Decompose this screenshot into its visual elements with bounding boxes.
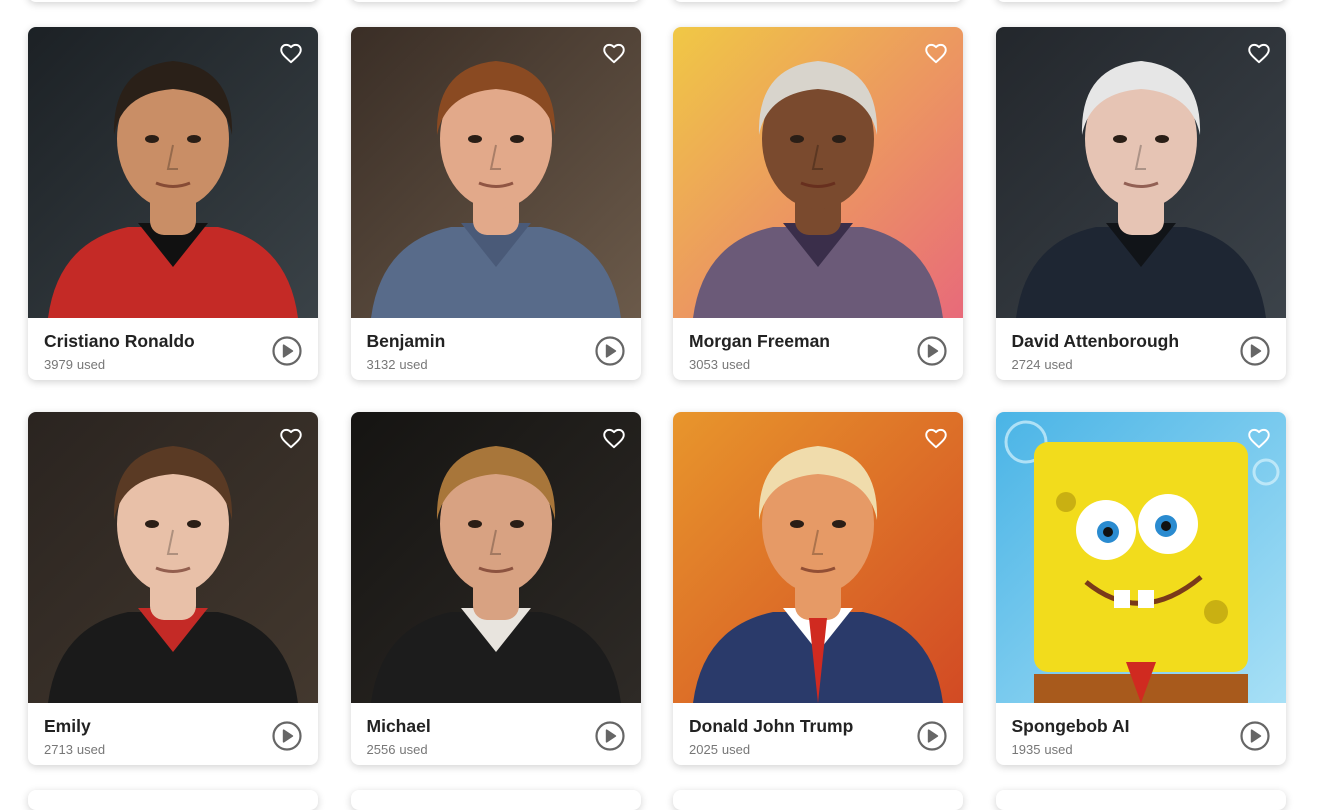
voice-name: Emily [44,716,91,736]
heart-icon[interactable] [923,425,949,451]
card-info: Cristiano Ronaldo 3979 used [28,318,318,380]
usage-number: 2556 [366,742,396,757]
voice-portrait [673,412,963,703]
play-icon[interactable] [917,721,947,751]
voice-card[interactable]: Benjamin 3132 used [350,27,641,380]
usage-count: 1935 used [1012,742,1073,757]
heart-icon[interactable] [1246,425,1272,451]
voice-name: Michael [366,716,431,736]
usage-number: 2025 [689,742,718,757]
usage-number: 3132 [366,357,396,372]
usage-suffix: used [76,742,106,757]
usage-count: 2724 used [1012,357,1073,372]
voice-name: Benjamin [366,331,446,351]
card-info: Spongebob AI 1935 used [996,703,1286,765]
voice-card[interactable]: Morgan Freeman 3053 used [673,27,963,380]
usage-count: 3979 used [44,357,105,372]
voice-card[interactable]: Cristiano Ronaldo 3979 used [28,27,318,380]
usage-number: 1935 [1011,742,1041,757]
card-info: Michael 2556 used [351,703,641,765]
voice-portrait [350,27,641,318]
voice-card[interactable]: Emily 2713 used [28,412,318,765]
usage-suffix: used [399,742,428,757]
voice-portrait [28,27,318,318]
usage-count: 2556 used [367,742,428,757]
voice-name: Spongebob AI [1011,716,1130,736]
usage-count: 2713 used [44,742,105,757]
voice-name: Donald John Trump [689,716,854,736]
card-info: Emily 2713 used [28,703,318,765]
usage-suffix: used [1044,742,1073,757]
partial-card-top [28,0,318,2]
partial-card-bottom [350,790,641,810]
usage-count: 3053 used [689,357,750,372]
usage-number: 3053 [689,357,718,372]
usage-suffix: used [399,357,428,372]
voice-name: Morgan Freeman [689,331,830,351]
play-icon[interactable] [1239,721,1270,751]
heart-icon[interactable] [923,40,949,66]
voice-name: Cristiano Ronaldo [44,331,195,351]
partial-card-bottom [995,790,1286,810]
voice-card-grid: Cristiano Ronaldo 3979 used Benjamin 3132… [28,27,1286,765]
partial-card-bottom [673,790,963,810]
voice-card[interactable]: Michael 2556 used [350,412,641,765]
usage-number: 2713 [44,742,73,757]
heart-icon[interactable] [601,40,627,66]
voice-portrait [995,412,1286,703]
card-info: Morgan Freeman 3053 used [673,318,963,380]
play-icon[interactable] [917,336,947,366]
play-icon[interactable] [594,336,625,366]
usage-suffix: used [721,742,751,757]
usage-suffix: used [721,357,751,372]
usage-number: 2724 [1011,357,1041,372]
card-info: Donald John Trump 2025 used [673,703,963,765]
play-icon[interactable] [1239,336,1270,366]
usage-suffix: used [1044,357,1073,372]
play-icon[interactable] [272,721,302,751]
play-icon[interactable] [594,721,625,751]
heart-icon[interactable] [1246,40,1272,66]
voice-portrait [673,27,963,318]
partial-card-bottom [28,790,318,810]
voice-card[interactable]: David Attenborough 2724 used [995,27,1286,380]
usage-count: 3132 used [367,357,428,372]
voice-portrait [350,412,641,703]
usage-suffix: used [76,357,106,372]
partial-card-top [350,0,641,2]
heart-icon[interactable] [278,425,304,451]
usage-count: 2025 used [689,742,750,757]
voice-card[interactable]: Donald John Trump 2025 used [673,412,963,765]
voice-card[interactable]: Spongebob AI 1935 used [995,412,1286,765]
partial-card-top [995,0,1286,2]
voice-portrait [28,412,318,703]
card-info: Benjamin 3132 used [351,318,641,380]
card-info: David Attenborough 2724 used [996,318,1286,380]
voice-name: David Attenborough [1011,331,1180,351]
heart-icon[interactable] [278,40,304,66]
partial-card-top [673,0,963,2]
play-icon[interactable] [272,336,302,366]
usage-number: 3979 [44,357,73,372]
voice-portrait [995,27,1286,318]
heart-icon[interactable] [601,425,627,451]
